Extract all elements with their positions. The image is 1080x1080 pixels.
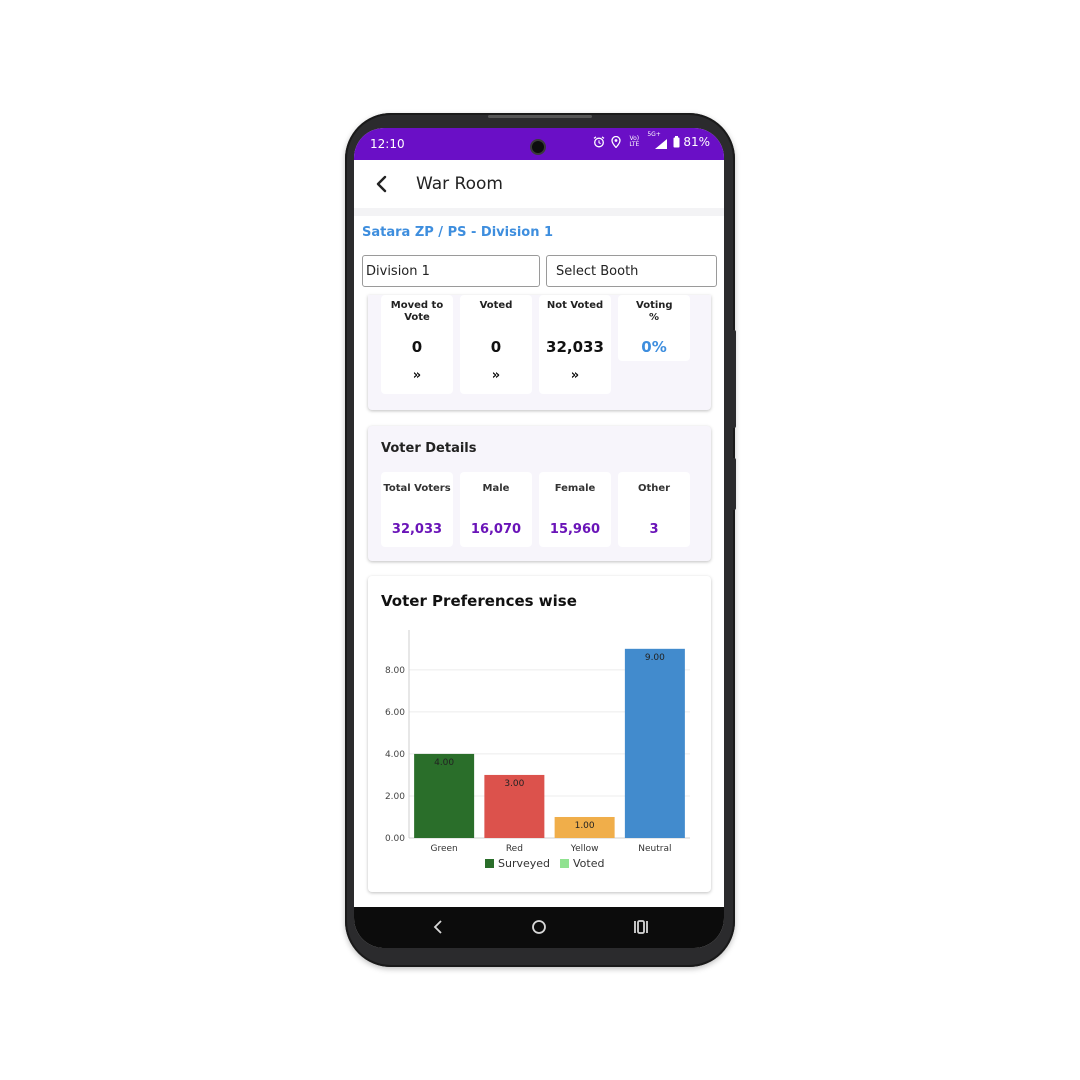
screen: 12:10 Vo) LTE 5G+ 81% War Room Satara ZP…: [354, 128, 724, 948]
stat-label: Not Voted: [546, 300, 604, 311]
page-title: War Room: [416, 174, 503, 194]
stat-link[interactable]: »: [460, 368, 532, 383]
stat-value: 0: [411, 338, 423, 356]
nav-back-icon[interactable]: [424, 915, 452, 939]
data-label: 3.00: [504, 779, 524, 789]
voting-stats-card: Moved to Vote 0 » Voted 0 » Not Voted 32…: [368, 295, 711, 410]
detail-label: Male: [482, 483, 510, 494]
battery-percent: 81%: [683, 135, 710, 149]
division-select[interactable]: Division 1: [362, 255, 540, 287]
nav-recents-icon[interactable]: [627, 915, 655, 939]
volume-button: [732, 330, 736, 428]
detail-label: Total Voters: [383, 483, 451, 494]
alarm-icon: [593, 136, 605, 148]
detail-tile-other: Other 3: [618, 472, 690, 547]
detail-value: 3: [649, 522, 659, 537]
detail-label: Other: [637, 483, 671, 494]
power-button: [732, 458, 736, 510]
signal-icon: [655, 139, 668, 149]
stat-tile-not-voted[interactable]: Not Voted 32,033 »: [539, 295, 611, 394]
detail-value: 16,070: [470, 522, 522, 537]
detail-tile-total: Total Voters 32,033: [381, 472, 453, 547]
detail-label: Female: [554, 483, 596, 494]
x-tick-label: Red: [506, 844, 523, 854]
legend-label: Surveyed: [498, 857, 550, 870]
y-tick-label: 4.00: [385, 750, 405, 760]
stat-link[interactable]: »: [539, 368, 611, 383]
stat-label: Moved to Vote: [390, 300, 444, 323]
stat-tile-voting-percent: Voting % 0%: [618, 295, 690, 361]
status-icons: Vo) LTE 5G+ 81%: [593, 131, 710, 149]
detail-tile-female: Female 15,960: [539, 472, 611, 547]
voter-details-card: Voter Details Total Voters 32,033 Male 1…: [368, 426, 711, 561]
system-nav-bar: [354, 907, 724, 948]
detail-value: 32,033: [391, 522, 443, 537]
data-label: 1.00: [575, 821, 595, 831]
voter-preferences-card: Voter Preferences wise 0.00 2.00 4.00 6.00 8…: [368, 576, 711, 892]
bar-neutral: [624, 648, 685, 838]
detail-value: 15,960: [549, 522, 601, 537]
x-tick-label: Neutral: [638, 844, 671, 854]
booth-select[interactable]: Select Booth: [546, 255, 717, 287]
stat-value: 0%: [641, 338, 667, 356]
status-time: 12:10: [370, 137, 405, 151]
stat-label: Voted: [479, 300, 513, 311]
content-area[interactable]: Satara ZP / PS - Division 1 Division 1 S…: [354, 208, 724, 907]
location-icon: [611, 136, 621, 148]
stat-value: 0: [490, 338, 502, 356]
legend-swatch: [560, 859, 569, 868]
signal-type: 5G+: [647, 131, 661, 138]
content-panel: Satara ZP / PS - Division 1 Division 1 S…: [354, 216, 724, 907]
legend-swatch: [485, 859, 494, 868]
stat-label: Voting %: [636, 300, 673, 323]
y-tick-label: 2.00: [385, 792, 405, 802]
voter-details-title: Voter Details: [381, 441, 477, 456]
y-tick-label: 0.00: [385, 834, 405, 844]
nav-home-icon[interactable]: [525, 915, 553, 939]
y-tick-label: 8.00: [385, 666, 405, 676]
earpiece: [488, 115, 592, 118]
x-tick-label: Green: [430, 844, 457, 854]
front-camera: [530, 139, 546, 155]
voter-preferences-chart: 0.00 2.00 4.00 6.00 8.00 4.00 Green 3.00 Red 1.00…: [385, 630, 690, 870]
x-tick-label: Yellow: [570, 844, 599, 854]
y-tick-label: 6.00: [385, 708, 405, 718]
battery-icon: [673, 136, 680, 148]
back-arrow-icon[interactable]: [370, 172, 394, 196]
stat-value: 32,033: [546, 338, 604, 356]
network-label: Vo) LTE: [629, 135, 640, 148]
signal-block: 5G+: [647, 131, 668, 149]
stat-tile-moved[interactable]: Moved to Vote 0 »: [381, 295, 453, 394]
stat-tile-voted[interactable]: Voted 0 »: [460, 295, 532, 394]
stat-link[interactable]: »: [381, 368, 453, 383]
app-bar: War Room: [354, 160, 724, 208]
data-label: 4.00: [434, 758, 454, 768]
detail-tile-male: Male 16,070: [460, 472, 532, 547]
legend-label: Voted: [573, 857, 604, 870]
breadcrumb[interactable]: Satara ZP / PS - Division 1: [362, 225, 553, 240]
status-bar: 12:10 Vo) LTE 5G+ 81%: [354, 128, 724, 160]
data-label: 9.00: [645, 653, 665, 663]
